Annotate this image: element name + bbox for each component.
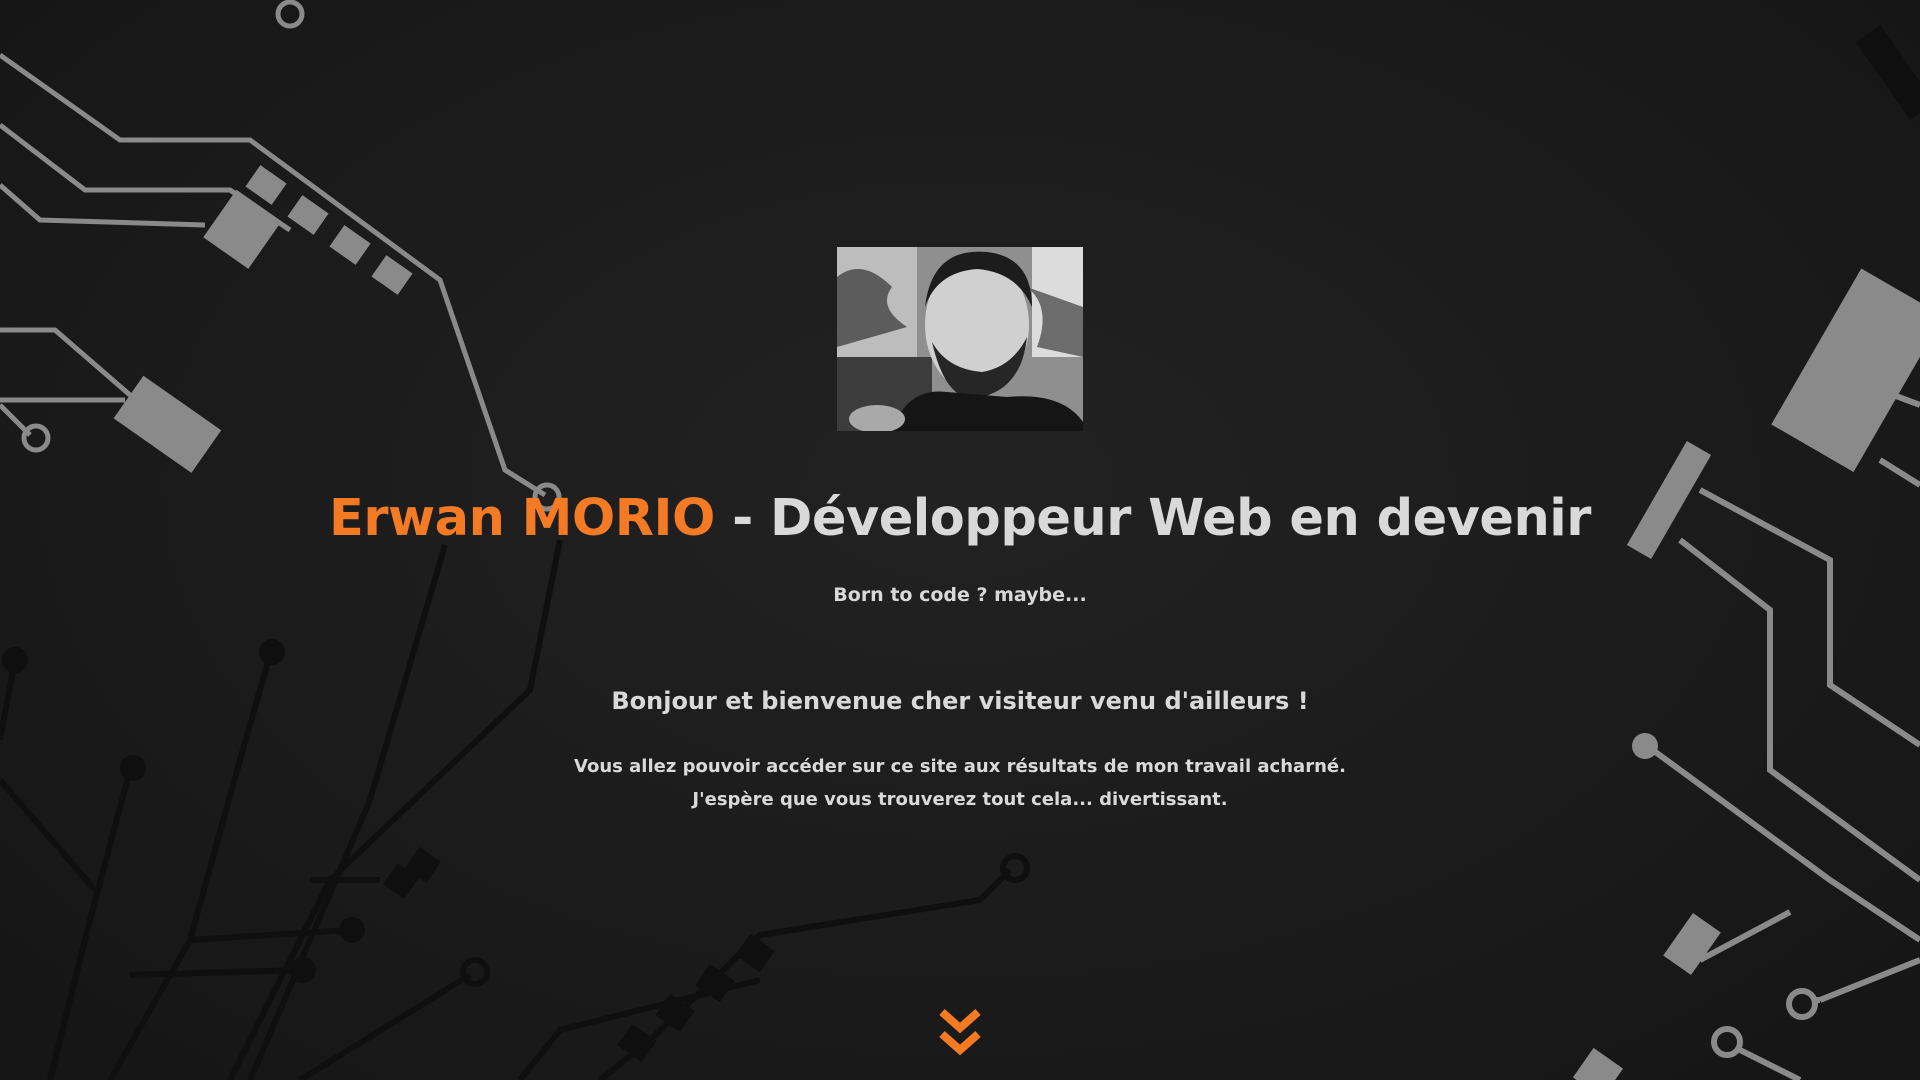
intro-line: Vous allez pouvoir accéder sur ce site a…: [574, 756, 1346, 777]
double-chevron-down-icon: [939, 1009, 981, 1056]
author-name: Erwan MORIO: [329, 489, 715, 548]
landing-page: Erwan MORIO - Développeur Web en devenir…: [0, 0, 1920, 1080]
welcome-heading: Bonjour et bienvenue cher visiteur venu …: [611, 687, 1309, 715]
title-separator: -: [714, 489, 771, 548]
profile-photo: [837, 247, 1083, 431]
hero-section: Erwan MORIO - Développeur Web en devenir…: [0, 0, 1920, 1080]
page-title: Erwan MORIO - Développeur Web en devenir: [0, 484, 1920, 554]
profile-photo-image: [837, 247, 1083, 431]
intro-line: J'espère que vous trouverez tout cela...…: [692, 789, 1228, 810]
tagline: Born to code ? maybe...: [833, 584, 1087, 606]
scroll-down-button[interactable]: [938, 1008, 982, 1062]
author-role: Développeur Web en devenir: [770, 489, 1591, 548]
intro-text: Vous allez pouvoir accéder sur ce site a…: [0, 750, 1920, 816]
